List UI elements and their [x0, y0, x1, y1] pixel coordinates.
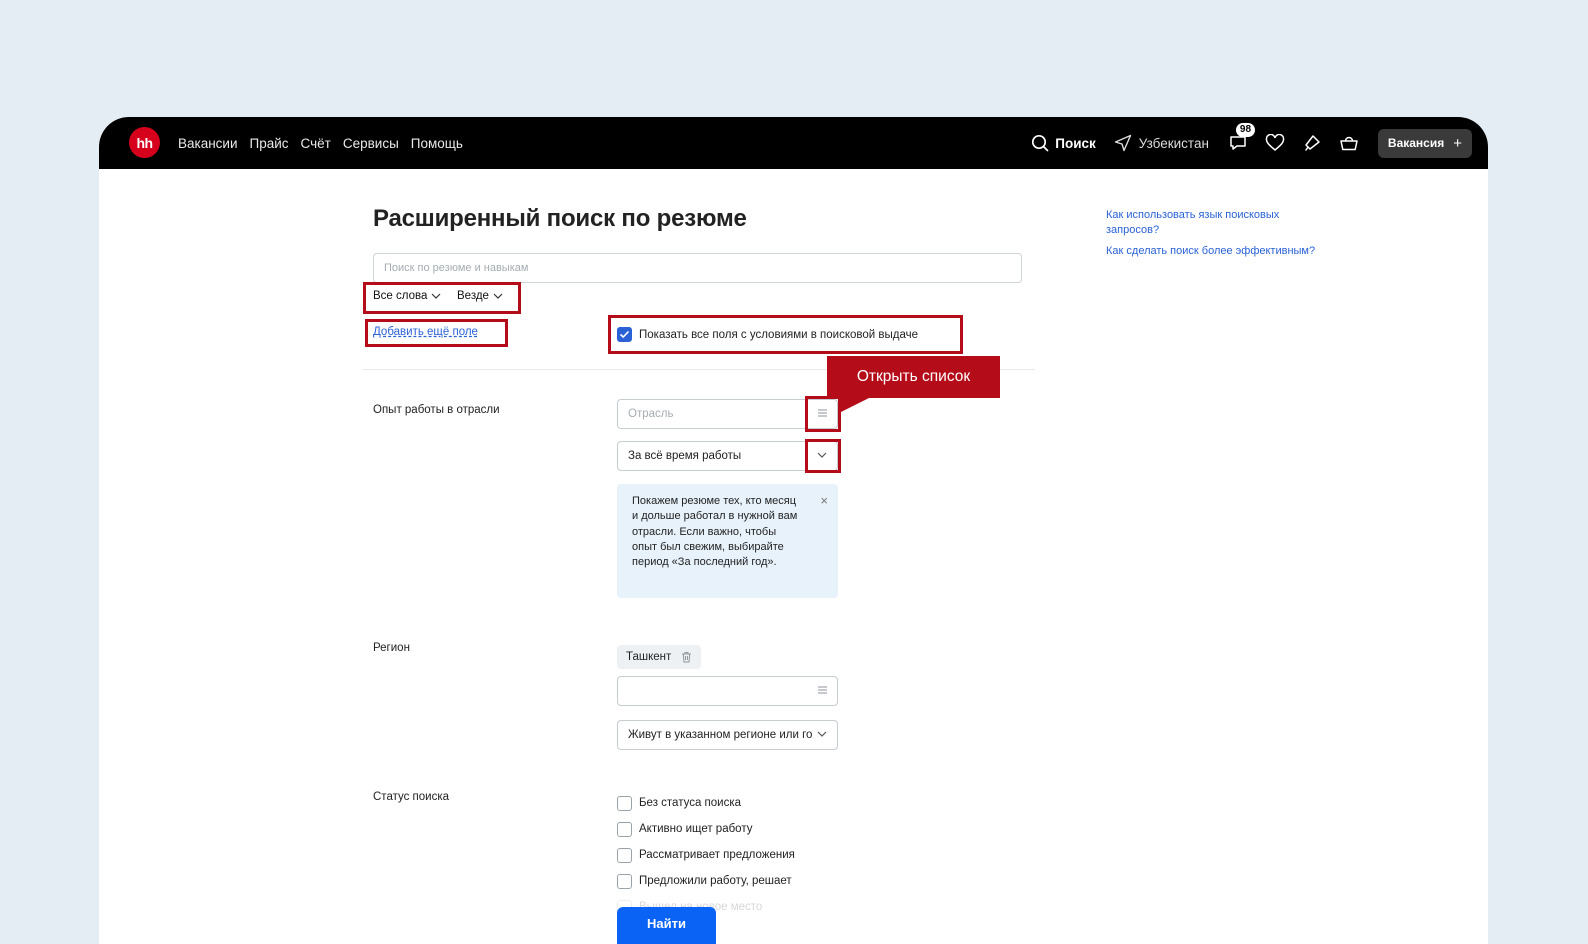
- bell-icon: [1305, 135, 1320, 151]
- industry-hint-text: Покажем резюме тех, кто месяц и дольше р…: [632, 495, 798, 569]
- nav-vacancies[interactable]: Вакансии: [178, 136, 238, 151]
- status-option-label: Без статуса поиска: [639, 797, 742, 809]
- region-mode-select[interactable]: Живут в указанном регионе или го: [617, 720, 838, 750]
- highlight-period-dropdown: [805, 439, 841, 473]
- nav-help[interactable]: Помощь: [411, 136, 463, 151]
- header-actions: Поиск Узбекистан 98 Вакансия +: [1031, 117, 1472, 169]
- main-nav: Вакансии Прайс Счёт Сервисы Помощь: [178, 117, 463, 169]
- region-label: Регион: [373, 642, 410, 654]
- region-link[interactable]: Узбекистан: [1114, 134, 1209, 152]
- resume-search-input[interactable]: [373, 253, 1022, 283]
- cart-button[interactable]: [1338, 132, 1360, 154]
- region-mode-value: Живут в указанном регионе или го: [628, 729, 813, 741]
- create-vacancy-label: Вакансия: [1387, 136, 1445, 150]
- chevron-down-icon[interactable]: [816, 729, 828, 742]
- industry-hint-box: Покажем резюме тех, кто месяц и дольше р…: [617, 484, 838, 598]
- highlight-add-field: [365, 319, 508, 347]
- help-links: Как использовать язык поисковых запросов…: [1106, 208, 1316, 265]
- checkbox[interactable]: [617, 847, 632, 863]
- heart-icon: [1265, 134, 1285, 151]
- highlight-industry-list: [805, 396, 841, 432]
- page-title: Расширенный поиск по резюме: [373, 205, 747, 232]
- list-icon[interactable]: [817, 685, 828, 698]
- checkbox[interactable]: [617, 795, 632, 811]
- help-link-query-language[interactable]: Как использовать язык поисковых запросов…: [1106, 208, 1316, 238]
- nav-price[interactable]: Прайс: [250, 136, 289, 151]
- industry-label: Опыт работы в отрасли: [373, 404, 500, 416]
- region-input[interactable]: [617, 676, 838, 706]
- annotation-tooltip-tail: [839, 397, 871, 413]
- page-content: Расширенный поиск по резюме Все слова Ве…: [99, 169, 1488, 944]
- industry-placeholder: Отрасль: [628, 408, 674, 420]
- search-icon: [1032, 134, 1049, 152]
- nav-account[interactable]: Счёт: [301, 136, 331, 151]
- highlight-show-all: [608, 315, 963, 354]
- status-option-considering[interactable]: Рассматривает предложения: [617, 842, 795, 868]
- status-option-no-status[interactable]: Без статуса поиска: [617, 790, 795, 816]
- industry-period-value: За всё время работы: [628, 450, 742, 462]
- status-option-active[interactable]: Активно ищет работу: [617, 816, 795, 842]
- top-navbar: hh Вакансии Прайс Счёт Сервисы Помощь По…: [99, 117, 1488, 169]
- find-button[interactable]: Найти: [617, 907, 716, 944]
- notifications-button[interactable]: [1301, 132, 1323, 154]
- region-link-label: Узбекистан: [1138, 135, 1209, 151]
- location-arrow-icon: [1114, 134, 1131, 152]
- hh-logo[interactable]: hh: [129, 127, 160, 158]
- highlight-word-selectors: [363, 282, 521, 314]
- status-option-label: Предложили работу, решает: [639, 875, 792, 887]
- nav-services[interactable]: Сервисы: [343, 136, 399, 151]
- basket-icon: [1340, 136, 1358, 151]
- checkbox[interactable]: [617, 821, 632, 837]
- favorites-button[interactable]: [1264, 132, 1286, 154]
- annotation-tooltip: Открыть список: [827, 356, 1000, 398]
- browser-frame: hh Вакансии Прайс Счёт Сервисы Помощь По…: [99, 117, 1488, 944]
- status-option-offer[interactable]: Предложили работу, решает: [617, 868, 795, 894]
- status-options: Без статуса поиска Активно ищет работу Р…: [617, 790, 795, 920]
- region-chip-label: Ташкент: [626, 651, 672, 663]
- status-option-label: Активно ищет работу: [639, 823, 753, 835]
- search-link-label: Поиск: [1055, 135, 1096, 151]
- plus-icon: +: [1453, 134, 1462, 152]
- search-link[interactable]: Поиск: [1031, 134, 1096, 152]
- status-label: Статус поиска: [373, 791, 450, 803]
- create-vacancy-button[interactable]: Вакансия +: [1377, 128, 1472, 158]
- close-icon[interactable]: ×: [820, 494, 828, 507]
- region-chip: Ташкент: [617, 645, 702, 669]
- trash-icon[interactable]: [681, 651, 692, 663]
- help-link-effective-search[interactable]: Как сделать поиск более эффективным?: [1106, 244, 1316, 259]
- status-option-label: Рассматривает предложения: [639, 849, 795, 861]
- chat-button[interactable]: 98: [1227, 123, 1256, 154]
- chat-badge: 98: [1235, 123, 1256, 137]
- checkbox[interactable]: [617, 873, 632, 889]
